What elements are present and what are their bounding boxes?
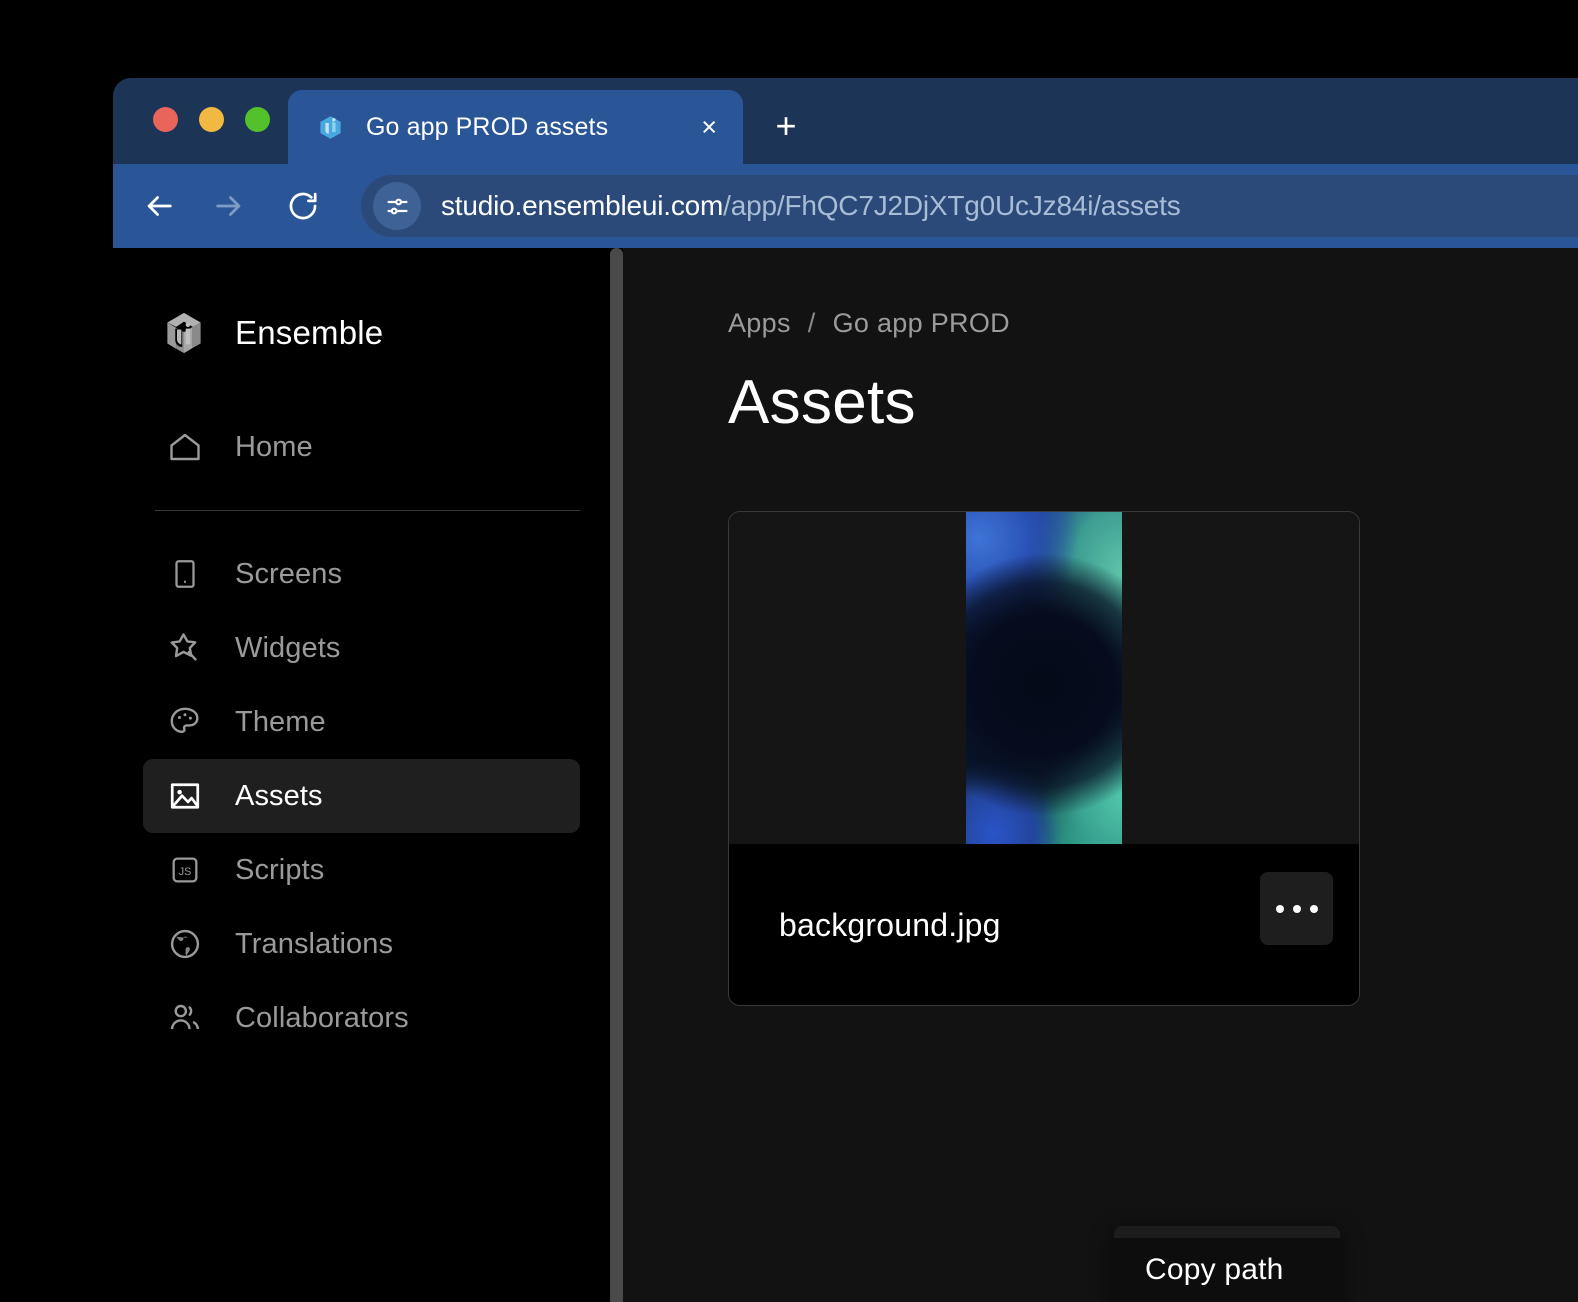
image-icon — [163, 774, 207, 818]
js-icon: JS — [163, 848, 207, 892]
sidebar-item-label: Home — [235, 431, 313, 464]
sidebar-item-screens[interactable]: Screens — [143, 537, 580, 611]
url-domain: studio.ensembleui.com — [441, 190, 723, 221]
scrollbar-thumb[interactable] — [610, 248, 623, 1302]
screenshot-root: Go app PROD assets × + — [0, 0, 1578, 1302]
sliders-icon — [384, 193, 411, 220]
minimize-window-button[interactable] — [199, 107, 224, 132]
address-bar[interactable]: studio.ensembleui.com/app/FhQC7J2DjXTg0U… — [361, 175, 1578, 237]
home-icon — [163, 425, 207, 469]
browser-window: Go app PROD assets × + — [113, 78, 1578, 1302]
app-viewport: Ensemble Home — [113, 248, 1578, 1302]
breadcrumb-separator: / — [808, 308, 816, 339]
site-settings-icon[interactable] — [373, 182, 421, 230]
sidebar-item-label: Screens — [235, 558, 342, 591]
window-traffic-lights — [153, 107, 270, 132]
sidebar-item-label: Assets — [235, 780, 323, 813]
ensemble-favicon — [317, 114, 344, 141]
sidebar-item-theme[interactable]: Theme — [143, 685, 580, 759]
back-button[interactable] — [133, 180, 185, 232]
palette-icon — [163, 700, 207, 744]
breadcrumb-current-app[interactable]: Go app PROD — [833, 308, 1010, 339]
browser-toolbar: studio.ensembleui.com/app/FhQC7J2DjXTg0U… — [113, 164, 1578, 248]
sidebar-item-collaborators[interactable]: Collaborators — [143, 981, 580, 1055]
sidebar-item-assets[interactable]: Assets — [143, 759, 580, 833]
asset-thumbnail-area — [729, 512, 1359, 844]
close-window-button[interactable] — [153, 107, 178, 132]
screen-icon — [163, 552, 207, 596]
asset-grid: background.jpg — [728, 511, 1578, 1006]
globe-icon — [163, 922, 207, 966]
svg-text:JS: JS — [179, 866, 192, 878]
sidebar-item-scripts[interactable]: JS Scripts — [143, 833, 580, 907]
widgets-sparkle-icon — [163, 626, 207, 670]
sidebar-item-label: Scripts — [235, 854, 324, 887]
asset-thumbnail-image — [966, 512, 1122, 844]
arrow-right-icon — [212, 189, 246, 223]
sidebar-item-widgets[interactable]: Widgets — [143, 611, 580, 685]
page-title: Assets — [728, 367, 1578, 438]
dot — [1310, 905, 1318, 913]
more-horizontal-icon[interactable] — [1260, 872, 1333, 945]
asset-card-footer: background.jpg — [729, 844, 1359, 1006]
reload-icon — [286, 189, 320, 223]
forward-button[interactable] — [203, 180, 255, 232]
new-tab-button[interactable]: + — [763, 104, 809, 150]
brand-name: Ensemble — [235, 314, 383, 352]
sidebar-scrollbar[interactable] — [610, 248, 623, 1302]
people-icon — [163, 996, 207, 1040]
address-bar-url: studio.ensembleui.com/app/FhQC7J2DjXTg0U… — [441, 190, 1181, 222]
sidebar-item-label: Widgets — [235, 632, 340, 665]
breadcrumb-apps[interactable]: Apps — [728, 308, 791, 339]
sidebar-item-translations[interactable]: Translations — [143, 907, 580, 981]
app-sidebar: Ensemble Home — [113, 248, 610, 1302]
sidebar-nav: Home Screens — [113, 410, 610, 1055]
reload-button[interactable] — [277, 180, 329, 232]
main-content: Apps / Go app PROD Assets background.jpg — [623, 248, 1578, 1302]
breadcrumb: Apps / Go app PROD — [728, 308, 1578, 339]
asset-context-menu: Copy path Archive — [1114, 1226, 1340, 1302]
maximize-window-button[interactable] — [245, 107, 270, 132]
dot — [1276, 905, 1284, 913]
tab-title: Go app PROD assets — [366, 113, 701, 142]
sidebar-divider — [155, 510, 580, 511]
url-path: /app/FhQC7J2DjXTg0UcJz84i/assets — [723, 190, 1180, 221]
sidebar-item-label: Collaborators — [235, 1002, 409, 1035]
sidebar-item-label: Theme — [235, 706, 326, 739]
dot — [1293, 905, 1301, 913]
sidebar-item-label: Translations — [235, 928, 393, 961]
context-menu-item-copy-path[interactable]: Copy path — [1114, 1238, 1340, 1302]
arrow-left-icon — [142, 189, 176, 223]
brand[interactable]: Ensemble — [113, 298, 610, 368]
asset-file-name: background.jpg — [779, 907, 1001, 944]
context-menu-top-cap — [1114, 1226, 1340, 1238]
asset-card[interactable]: background.jpg — [728, 511, 1360, 1006]
ensemble-logo-icon — [163, 311, 205, 355]
sidebar-item-home[interactable]: Home — [143, 410, 580, 484]
browser-tab-strip: Go app PROD assets × + — [113, 78, 1578, 164]
close-icon[interactable]: × — [701, 114, 717, 141]
browser-tab[interactable]: Go app PROD assets × — [288, 90, 743, 164]
